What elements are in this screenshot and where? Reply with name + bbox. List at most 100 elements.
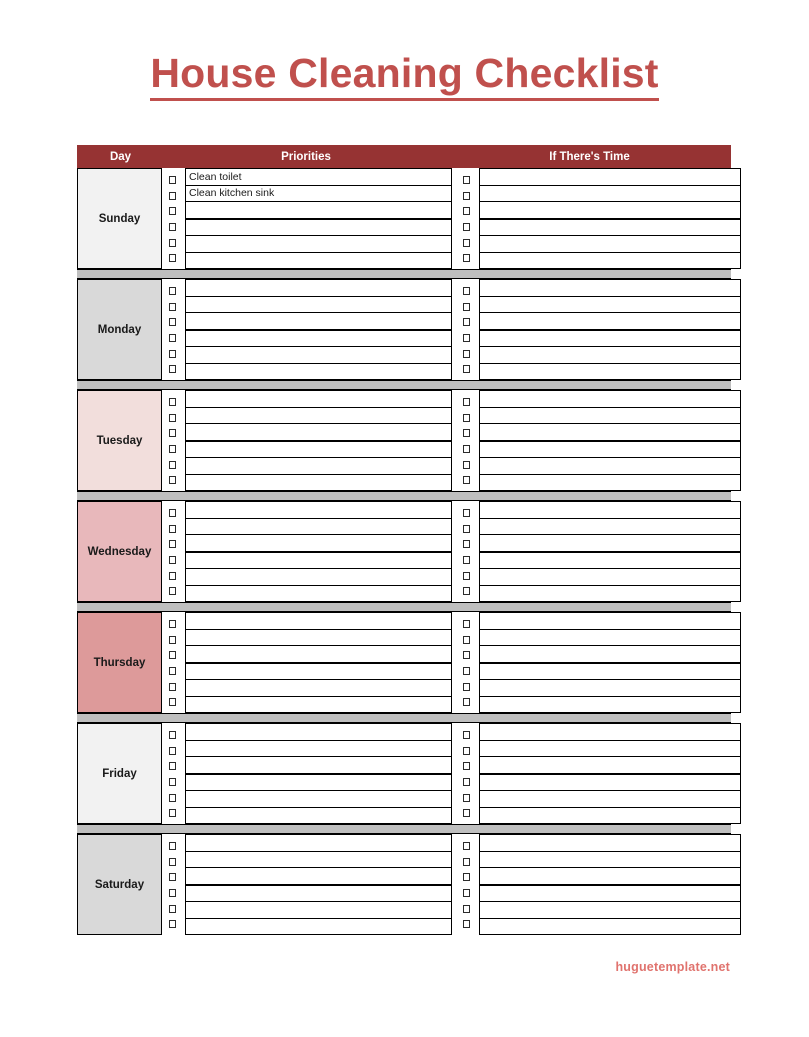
task-line[interactable] bbox=[186, 775, 451, 791]
task-line[interactable] bbox=[186, 408, 451, 424]
checkbox-icon[interactable] bbox=[168, 238, 176, 247]
task-line[interactable] bbox=[186, 902, 451, 919]
task-line[interactable] bbox=[186, 236, 451, 253]
checkbox-icon[interactable] bbox=[462, 571, 470, 580]
checkbox-icon[interactable] bbox=[462, 619, 470, 628]
checkbox-icon[interactable] bbox=[462, 873, 470, 882]
task-line[interactable] bbox=[186, 757, 451, 775]
checkbox-icon[interactable] bbox=[462, 254, 470, 263]
checkbox-icon[interactable] bbox=[462, 888, 470, 897]
task-line[interactable] bbox=[186, 868, 451, 886]
checkbox-icon[interactable] bbox=[168, 888, 176, 897]
checkbox-icon[interactable] bbox=[462, 635, 470, 644]
task-line[interactable] bbox=[186, 680, 451, 697]
checkbox-icon[interactable] bbox=[168, 397, 176, 406]
checkbox-icon[interactable] bbox=[462, 508, 470, 517]
task-line[interactable] bbox=[186, 297, 451, 313]
checkbox-icon[interactable] bbox=[168, 175, 176, 184]
task-line[interactable] bbox=[186, 852, 451, 868]
checkbox-icon[interactable] bbox=[168, 682, 176, 691]
checkbox-icon[interactable] bbox=[462, 904, 470, 913]
task-line[interactable] bbox=[480, 741, 740, 757]
task-line[interactable] bbox=[480, 236, 740, 253]
task-line[interactable] bbox=[186, 535, 451, 553]
task-line[interactable] bbox=[480, 280, 740, 297]
task-line[interactable] bbox=[186, 724, 451, 741]
task-line[interactable] bbox=[186, 391, 451, 408]
checkbox-icon[interactable] bbox=[168, 571, 176, 580]
checkbox-icon[interactable] bbox=[462, 698, 470, 707]
checkbox-icon[interactable] bbox=[168, 904, 176, 913]
task-line[interactable] bbox=[480, 569, 740, 586]
checkbox-icon[interactable] bbox=[168, 873, 176, 882]
checkbox-icon[interactable] bbox=[462, 349, 470, 358]
task-line[interactable] bbox=[480, 613, 740, 630]
task-line[interactable] bbox=[480, 775, 740, 791]
task-line[interactable] bbox=[186, 347, 451, 364]
task-line[interactable] bbox=[480, 424, 740, 442]
checkbox-icon[interactable] bbox=[462, 333, 470, 342]
checkbox-icon[interactable] bbox=[168, 619, 176, 628]
task-line[interactable] bbox=[186, 919, 451, 935]
task-line[interactable] bbox=[186, 553, 451, 569]
task-line[interactable] bbox=[186, 253, 451, 269]
checkbox-icon[interactable] bbox=[462, 397, 470, 406]
task-line[interactable] bbox=[480, 535, 740, 553]
checkbox-icon[interactable] bbox=[168, 857, 176, 866]
task-line[interactable] bbox=[186, 586, 451, 602]
task-line[interactable] bbox=[480, 586, 740, 602]
checkbox-icon[interactable] bbox=[168, 651, 176, 660]
task-line[interactable] bbox=[480, 186, 740, 202]
checkbox-icon[interactable] bbox=[168, 333, 176, 342]
checkbox-icon[interactable] bbox=[462, 682, 470, 691]
task-line[interactable] bbox=[186, 442, 451, 458]
task-line[interactable] bbox=[480, 902, 740, 919]
task-line[interactable] bbox=[186, 458, 451, 475]
task-line[interactable] bbox=[480, 886, 740, 902]
checkbox-icon[interactable] bbox=[168, 524, 176, 533]
task-line[interactable] bbox=[186, 835, 451, 852]
checkbox-icon[interactable] bbox=[168, 920, 176, 929]
task-line[interactable] bbox=[186, 424, 451, 442]
task-line[interactable] bbox=[186, 475, 451, 491]
checkbox-icon[interactable] bbox=[462, 207, 470, 216]
task-line[interactable] bbox=[186, 502, 451, 519]
checkbox-icon[interactable] bbox=[168, 365, 176, 374]
checkbox-icon[interactable] bbox=[462, 413, 470, 422]
task-line[interactable] bbox=[480, 852, 740, 868]
checkbox-icon[interactable] bbox=[462, 730, 470, 739]
task-line[interactable] bbox=[480, 364, 740, 380]
checkbox-icon[interactable] bbox=[462, 429, 470, 438]
checkbox-icon[interactable] bbox=[168, 302, 176, 311]
checkbox-icon[interactable] bbox=[462, 587, 470, 596]
checkbox-icon[interactable] bbox=[462, 857, 470, 866]
checkbox-icon[interactable] bbox=[168, 429, 176, 438]
checkbox-icon[interactable] bbox=[168, 508, 176, 517]
task-line[interactable] bbox=[480, 313, 740, 331]
checkbox-icon[interactable] bbox=[462, 365, 470, 374]
task-line[interactable] bbox=[186, 313, 451, 331]
checkbox-icon[interactable] bbox=[462, 920, 470, 929]
task-line[interactable] bbox=[186, 202, 451, 220]
task-line[interactable] bbox=[186, 613, 451, 630]
checkbox-icon[interactable] bbox=[168, 444, 176, 453]
task-line[interactable] bbox=[480, 220, 740, 236]
checkbox-icon[interactable] bbox=[168, 730, 176, 739]
task-line[interactable]: Clean toilet bbox=[186, 169, 451, 186]
checkbox-icon[interactable] bbox=[462, 746, 470, 755]
task-line[interactable] bbox=[480, 253, 740, 269]
checkbox-icon[interactable] bbox=[462, 540, 470, 549]
checkbox-icon[interactable] bbox=[462, 666, 470, 675]
task-line[interactable] bbox=[186, 646, 451, 664]
checkbox-icon[interactable] bbox=[168, 349, 176, 358]
checkbox-icon[interactable] bbox=[462, 793, 470, 802]
checkbox-icon[interactable] bbox=[168, 698, 176, 707]
task-line[interactable] bbox=[480, 646, 740, 664]
task-line[interactable] bbox=[186, 331, 451, 347]
checkbox-icon[interactable] bbox=[168, 222, 176, 231]
checkbox-icon[interactable] bbox=[168, 666, 176, 675]
checkbox-icon[interactable] bbox=[462, 476, 470, 485]
checkbox-icon[interactable] bbox=[462, 651, 470, 660]
checkbox-icon[interactable] bbox=[462, 524, 470, 533]
task-line[interactable] bbox=[480, 724, 740, 741]
